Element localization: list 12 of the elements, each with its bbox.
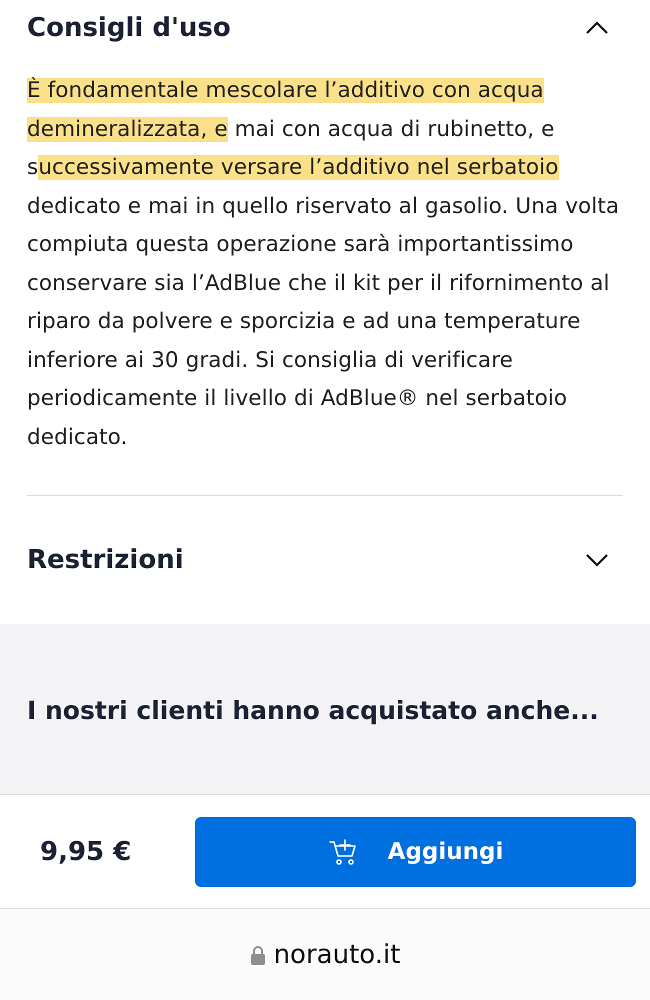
- lock-icon: [250, 944, 266, 964]
- related-title: I nostri clienti hanno acquistato anche...: [27, 696, 600, 725]
- cart-plus-icon: [328, 836, 358, 866]
- chevron-down-icon[interactable]: [585, 553, 609, 567]
- price: 9,95 €: [40, 836, 132, 866]
- section-title: Restrizioni: [27, 545, 184, 575]
- chevron-up-icon[interactable]: [585, 21, 609, 35]
- section-title: Consigli d'uso: [27, 13, 231, 43]
- address-bar[interactable]: norauto.it: [0, 909, 650, 1000]
- add-to-cart-button[interactable]: Aggiungi: [195, 816, 636, 886]
- url-text: norauto.it: [274, 940, 400, 970]
- usage-paragraph: È fondamentale mescolare l’additivo con acqua demineralizzata, e mai con acqua di rubinetto, e successivamente versare l’additivo nel serbatoio dedicato e mai in quello riservato al gasolio. Una volta compiuta questa operazione sarà importantissimo conservare sia l’AdBlue che il kit per il rifornimento al riparo da polvere e sporcizia e ad una temperature inferiore ai 30 gradi. Si consiglia di verificare periodicamente il livello di AdBlue® nel serbatoio dedicato.: [27, 76, 620, 452]
